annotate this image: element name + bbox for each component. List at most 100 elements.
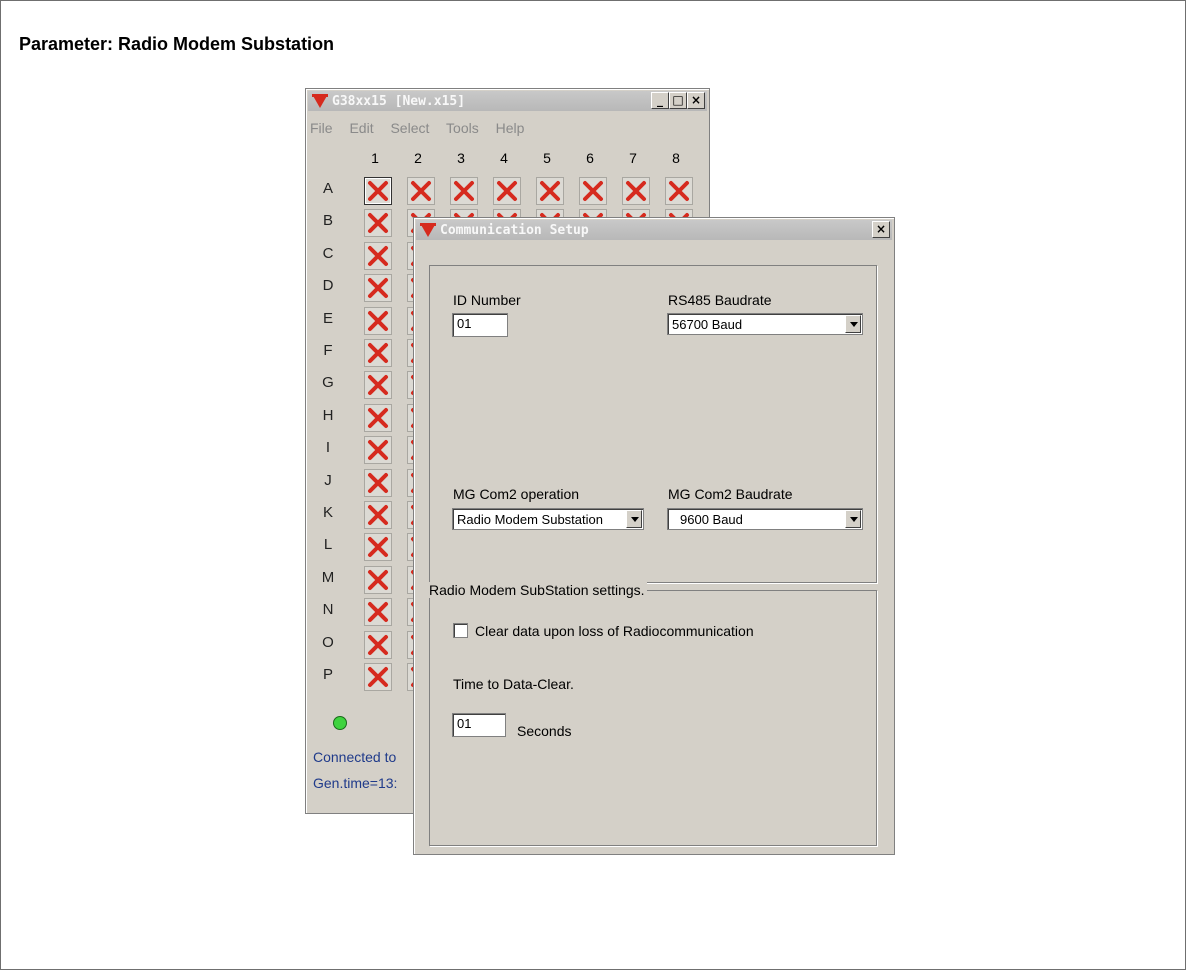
- red-x-icon: [669, 181, 689, 201]
- row-header[interactable]: I: [319, 439, 337, 456]
- grid-cell[interactable]: [364, 371, 392, 400]
- mg-com2-operation-label: MG Com2 operation: [453, 486, 580, 502]
- grid-cell[interactable]: [364, 403, 392, 432]
- menu-tools[interactable]: Tools: [446, 120, 479, 136]
- grid-cell[interactable]: [364, 598, 392, 627]
- grid-cell[interactable]: [364, 501, 392, 529]
- grid-cell[interactable]: [450, 177, 478, 205]
- close-icon: ×: [690, 93, 702, 107]
- page-title: Parameter: Radio Modem Substation: [19, 34, 335, 54]
- row-header[interactable]: B: [319, 212, 337, 229]
- column-header[interactable]: 8: [666, 150, 686, 166]
- clear-data-checkbox[interactable]: [453, 623, 468, 638]
- mg-com2-operation-select[interactable]: Radio Modem Substation: [452, 508, 644, 530]
- rs485-baudrate-select[interactable]: 56700 Baud: [667, 313, 863, 335]
- row-header[interactable]: O: [319, 634, 337, 651]
- column-header[interactable]: 7: [623, 150, 643, 166]
- grid-cell[interactable]: [364, 630, 392, 659]
- grid-cell[interactable]: [364, 339, 392, 367]
- chevron-down-icon[interactable]: [626, 510, 642, 528]
- grid-cell[interactable]: [493, 177, 521, 205]
- grid-cell[interactable]: [364, 209, 392, 238]
- grid-cell[interactable]: [364, 468, 392, 497]
- row-header[interactable]: C: [319, 245, 337, 262]
- row-header[interactable]: A: [319, 180, 337, 197]
- id-number-field[interactable]: 01: [452, 313, 508, 337]
- grid-cell[interactable]: [579, 177, 607, 205]
- red-x-icon: [368, 278, 388, 299]
- row-header[interactable]: F: [319, 342, 337, 359]
- menu-select[interactable]: Select: [390, 120, 429, 136]
- chevron-down-icon[interactable]: [845, 315, 861, 333]
- menu-edit[interactable]: Edit: [349, 120, 373, 136]
- close-button[interactable]: ×: [687, 92, 705, 109]
- time-to-clear-label: Time to Data-Clear.: [453, 676, 574, 692]
- minimize-icon: _: [657, 93, 663, 107]
- chevron-down-icon[interactable]: [845, 510, 861, 528]
- grid-cell[interactable]: [364, 241, 392, 270]
- seconds-unit-label: Seconds: [517, 723, 572, 739]
- row-header[interactable]: N: [319, 601, 337, 618]
- id-number-label: ID Number: [453, 292, 521, 308]
- status-gen-time: Gen.time=13:: [313, 775, 398, 791]
- column-header[interactable]: 6: [580, 150, 600, 166]
- dialog-titlebar[interactable]: Communication Setup ×: [416, 220, 892, 240]
- status-connection: Connected to: [313, 749, 397, 765]
- group-title: Radio Modem SubStation settings.: [427, 582, 647, 598]
- grid-cell[interactable]: [364, 565, 392, 594]
- red-x-icon: [368, 667, 388, 687]
- red-x-icon: [368, 472, 388, 493]
- red-x-icon: [368, 213, 388, 234]
- minimize-button[interactable]: _: [651, 92, 669, 109]
- mg-com2-baudrate-label: MG Com2 Baudrate: [668, 486, 793, 502]
- clear-data-label: Clear data upon loss of Radiocommunicati…: [475, 623, 754, 639]
- grid-cell[interactable]: [364, 177, 392, 205]
- time-to-clear-field[interactable]: 01: [452, 713, 506, 737]
- grid-cell[interactable]: [364, 436, 392, 465]
- row-header[interactable]: G: [319, 374, 337, 391]
- grid-cell[interactable]: [622, 177, 650, 205]
- maximize-icon: □: [672, 93, 684, 107]
- grid-cell[interactable]: [364, 663, 392, 691]
- menu-help[interactable]: Help: [496, 120, 525, 136]
- row-header[interactable]: E: [319, 310, 337, 327]
- grid-cell[interactable]: [665, 177, 693, 205]
- row-header[interactable]: J: [319, 472, 337, 489]
- red-x-icon: [540, 181, 560, 201]
- row-header[interactable]: P: [319, 666, 337, 683]
- column-header[interactable]: 3: [451, 150, 471, 166]
- maximize-button[interactable]: □: [669, 92, 687, 109]
- row-header[interactable]: L: [319, 536, 337, 553]
- communication-setup-dialog: Communication Setup × Radio Modem SubSta…: [413, 217, 895, 855]
- dialog-logo-icon: [420, 223, 436, 237]
- row-header[interactable]: K: [319, 504, 337, 521]
- menu-file[interactable]: File: [310, 120, 333, 136]
- column-header[interactable]: 5: [537, 150, 557, 166]
- red-x-icon: [497, 181, 517, 201]
- row-header[interactable]: D: [319, 277, 337, 294]
- column-header[interactable]: 2: [408, 150, 428, 166]
- grid-cell[interactable]: [536, 177, 564, 205]
- mg-com2-operation-value: Radio Modem Substation: [457, 512, 603, 527]
- red-x-icon: [368, 245, 388, 266]
- grid-cell[interactable]: [407, 177, 435, 205]
- row-header[interactable]: M: [319, 569, 337, 586]
- row-header[interactable]: H: [319, 407, 337, 424]
- column-header[interactable]: 1: [365, 150, 385, 166]
- red-x-icon: [368, 537, 388, 558]
- red-x-icon: [454, 181, 474, 201]
- red-x-icon: [626, 181, 646, 201]
- red-x-icon: [368, 310, 388, 331]
- grid-cell[interactable]: [364, 274, 392, 303]
- grid-cell[interactable]: [364, 306, 392, 335]
- mg-com2-baudrate-value: 9600 Baud: [680, 512, 743, 527]
- red-x-icon: [368, 440, 388, 461]
- dialog-close-button[interactable]: ×: [872, 221, 890, 238]
- mg-com2-baudrate-select[interactable]: 9600 Baud: [667, 508, 863, 530]
- main-titlebar[interactable]: G38xx15 [New.x15] _ □ ×: [308, 91, 707, 111]
- red-x-icon: [368, 505, 388, 525]
- red-x-icon: [368, 602, 388, 623]
- grid-cell[interactable]: [364, 533, 392, 562]
- column-header[interactable]: 4: [494, 150, 514, 166]
- menu-bar: File Edit Select Tools Help: [310, 120, 537, 136]
